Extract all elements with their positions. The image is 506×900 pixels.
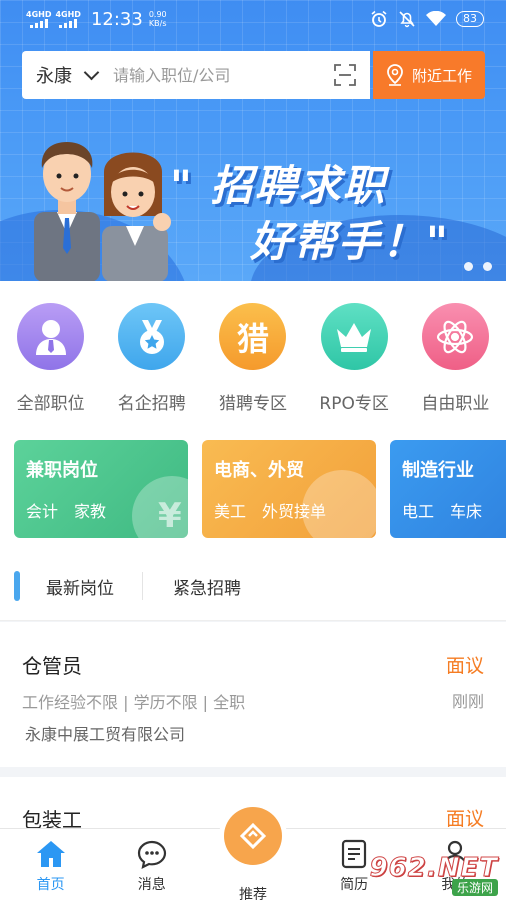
recommend-icon <box>223 807 282 865</box>
card-title: 兼职岗位 <box>26 460 98 481</box>
industry-cards: ¥ 兼职岗位 会计 家教 电商、外贸 美工 外贸接单 制造行业 电工 车床 <box>0 421 506 551</box>
job-salary: 面议 <box>445 808 484 830</box>
battery-indicator: 83 <box>456 11 484 27</box>
signal-indicator: 4GHD <box>26 10 51 28</box>
speed-value: 0.90 <box>148 10 167 19</box>
industry-card-manufacturing[interactable]: 制造行业 电工 车床 <box>390 440 506 538</box>
job-posted-time: 刚刚 <box>451 692 484 711</box>
resume-icon <box>337 837 371 871</box>
network-speed: 0.90 KB/s <box>149 10 167 28</box>
medal-icon <box>118 303 186 370</box>
job-tabs: 最新岗位 紧急招聘 <box>0 551 506 621</box>
slogan-line-1: " 招聘求职 <box>170 161 387 210</box>
job-title: 仓管员 <box>22 654 82 678</box>
nav-home[interactable]: 首页 <box>0 829 101 900</box>
category-grid: 全部职位 名企招聘 猎 猎聘专区 RPO专区 自由职业 <box>0 281 506 421</box>
nearby-jobs-label: 附近工作 <box>411 66 472 85</box>
crown-icon <box>320 303 388 370</box>
person-icon <box>17 303 85 370</box>
nearby-jobs-button[interactable]: 附近工作 <box>373 51 485 99</box>
location-pin-icon <box>387 64 403 86</box>
company-name: 永康中展工贸有限公司 <box>25 725 186 744</box>
divider <box>0 620 506 621</box>
industry-card-ecommerce[interactable]: 电商、外贸 美工 外贸接单 <box>202 440 376 538</box>
category-top-companies[interactable]: 名企招聘 <box>101 281 202 421</box>
city-selector[interactable]: 永康 <box>36 62 72 88</box>
carousel-indicator <box>464 262 492 271</box>
status-bar: 4GHD 4GHD 12:33 0.90 KB/s 83 <box>0 0 506 38</box>
job-card[interactable]: 仓管员 面议 工作经验不限 | 学历不限 | 全职 刚刚 永康中展工贸有限公司 <box>0 622 506 767</box>
category-label: 全部职位 <box>16 394 85 414</box>
card-tag: 家教 <box>74 502 107 521</box>
category-label: 名企招聘 <box>117 394 186 414</box>
nav-label: 首页 <box>36 877 65 893</box>
clock: 12:33 <box>90 8 143 30</box>
tab-urgent-hiring[interactable]: 紧急招聘 <box>143 574 269 599</box>
signal-indicator: 4GHD <box>55 10 81 28</box>
card-title: 制造行业 <box>402 460 474 481</box>
site-watermark: 962.NET 乐游网 <box>369 853 498 896</box>
slogan-line-2: 好帮手！" <box>250 217 450 266</box>
card-tag: 美工 <box>214 502 247 521</box>
chevron-down-icon[interactable] <box>83 64 100 80</box>
job-requirements: 工作经验不限 | 学历不限 | 全职 <box>22 693 246 712</box>
business-people-illustration <box>34 142 171 281</box>
bottom-navigation: 首页 消息 推荐 简历 我的 962.NET 乐游网 <box>0 807 506 900</box>
card-tag: 电工 <box>402 502 435 521</box>
category-headhunting[interactable]: 猎 猎聘专区 <box>202 281 303 421</box>
category-label: 猎聘专区 <box>218 394 287 414</box>
category-label: RPO专区 <box>319 394 389 414</box>
mute-icon <box>399 11 415 28</box>
job-salary: 面议 <box>445 655 484 677</box>
banner-slogan: " 招聘求职 好帮手！" <box>170 158 450 270</box>
network-type: 4GHD <box>55 10 81 19</box>
nav-label: 简历 <box>340 877 369 893</box>
search-bar: 永康 <box>22 51 370 99</box>
scan-icon[interactable] <box>334 64 356 86</box>
category-all-jobs[interactable]: 全部职位 <box>0 281 101 421</box>
category-rpo[interactable]: RPO专区 <box>304 281 405 421</box>
tab-latest-jobs[interactable]: 最新岗位 <box>20 574 142 599</box>
category-label: 自由职业 <box>421 394 490 414</box>
nav-label: 推荐 <box>238 887 267 900</box>
category-freelance[interactable]: 自由职业 <box>405 281 506 421</box>
hunt-glyph: 猎 <box>236 319 269 358</box>
network-type: 4GHD <box>26 10 52 19</box>
hero-banner[interactable]: 4GHD 4GHD 12:33 0.90 KB/s 83 永康 附近工作 <box>0 0 506 281</box>
signal-bars-icon <box>59 19 78 28</box>
watermark-site-name: 乐游网 <box>451 879 498 896</box>
card-tag: 车床 <box>450 502 483 521</box>
alarm-icon <box>371 10 387 27</box>
yen-icon: ¥ <box>158 496 182 536</box>
message-icon <box>135 837 169 871</box>
signal-bars-icon <box>29 19 48 28</box>
nav-messages[interactable]: 消息 <box>101 829 202 900</box>
home-icon <box>34 837 68 871</box>
nav-label: 消息 <box>137 877 166 893</box>
nav-recommend[interactable]: 推荐 <box>202 807 303 900</box>
carousel-dot[interactable] <box>464 262 473 271</box>
speed-unit: KB/s <box>148 19 167 28</box>
atom-icon <box>421 303 489 370</box>
industry-card-part-time[interactable]: ¥ 兼职岗位 会计 家教 <box>14 440 188 538</box>
card-tag: 会计 <box>26 502 59 521</box>
search-input[interactable] <box>113 65 313 85</box>
carousel-dot[interactable] <box>483 262 492 271</box>
wifi-icon <box>426 11 446 26</box>
hunt-icon: 猎 <box>219 303 287 370</box>
